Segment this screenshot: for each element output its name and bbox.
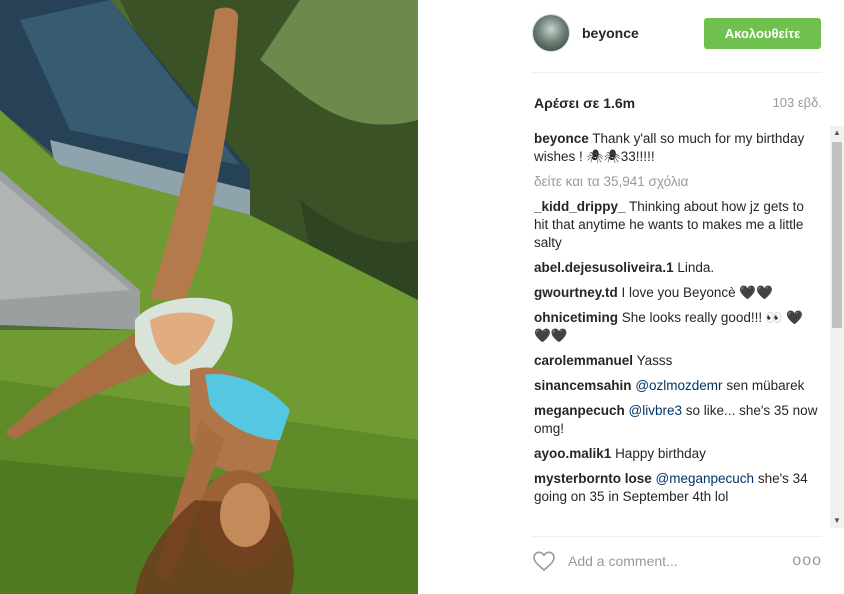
comment-username[interactable]: meganpecuch: [534, 403, 625, 418]
comment-username[interactable]: ayoo.malik1: [534, 446, 611, 461]
list-item: gwourtney.td I love you Beyoncè 🖤🖤: [534, 284, 820, 302]
following-button[interactable]: Ακολουθείτε: [704, 18, 821, 49]
comment-text: I love you Beyoncè 🖤🖤: [621, 285, 773, 300]
comment-text: Happy birthday: [615, 446, 706, 461]
comment-username[interactable]: mysterbornto lose: [534, 471, 652, 486]
heart-icon[interactable]: [532, 550, 556, 572]
add-comment-input[interactable]: Add a comment...: [568, 553, 678, 569]
scroll-thumb[interactable]: [832, 142, 842, 328]
comment-username[interactable]: gwourtney.td: [534, 285, 618, 300]
comment-username[interactable]: ohnicetiming: [534, 310, 618, 325]
comment-text: sen mübarek: [726, 378, 805, 393]
header-divider: [532, 72, 822, 73]
list-item: _kidd_drippy_ Thinking about how jz gets…: [534, 198, 820, 252]
list-item: abel.dejesusoliveira.1 Linda.: [534, 259, 820, 277]
post-photo[interactable]: [0, 0, 418, 594]
list-item: sinancemsahin @ozlmozdemr sen mübarek: [534, 377, 820, 395]
comment-username[interactable]: carolemmanuel: [534, 353, 633, 368]
list-item: mysterbornto lose @meganpecuch she's 34 …: [534, 470, 820, 506]
comment-text: Linda.: [677, 260, 715, 275]
list-item: ohnicetiming She looks really good!!! 👀 …: [534, 309, 820, 345]
comment-mention[interactable]: @meganpecuch: [656, 471, 755, 486]
comment-mention[interactable]: @ozlmozdemr: [635, 378, 722, 393]
likes-count[interactable]: Αρέσει σε 1.6m: [534, 95, 635, 111]
list-item: carolemmanuel Yasss: [534, 352, 820, 370]
comments-scrollbar[interactable]: ▲ ▼: [830, 126, 844, 528]
scroll-up-arrow-icon[interactable]: ▲: [830, 126, 844, 140]
post-header: beyonce Ακολουθείτε: [532, 14, 822, 54]
avatar[interactable]: [532, 14, 570, 52]
more-options-icon[interactable]: ooo: [792, 552, 822, 570]
comments-list: beyonce Thank y'all so much for my birth…: [534, 130, 820, 526]
post-age[interactable]: 103 εβδ.: [773, 95, 822, 110]
caption-username[interactable]: beyonce: [534, 131, 589, 146]
header-username[interactable]: beyonce: [582, 25, 639, 41]
comment-username[interactable]: _kidd_drippy_: [534, 199, 626, 214]
list-item: meganpecuch @livbre3 so like... she's 35…: [534, 402, 820, 438]
footer-divider: [532, 536, 822, 537]
list-item: ayoo.malik1 Happy birthday: [534, 445, 820, 463]
comment-username[interactable]: abel.dejesusoliveira.1: [534, 260, 674, 275]
comment-username[interactable]: sinancemsahin: [534, 378, 632, 393]
comment-mention[interactable]: @livbre3: [629, 403, 682, 418]
photo-image: [0, 0, 418, 594]
caption: beyonce Thank y'all so much for my birth…: [534, 130, 820, 166]
view-all-comments-link[interactable]: δείτε και τα 35,941 σχόλια: [534, 173, 820, 191]
scroll-down-arrow-icon[interactable]: ▼: [830, 514, 844, 528]
post-details-panel: beyonce Ακολουθείτε Αρέσει σε 1.6m 103 ε…: [418, 0, 844, 594]
comment-text: Yasss: [636, 353, 673, 368]
